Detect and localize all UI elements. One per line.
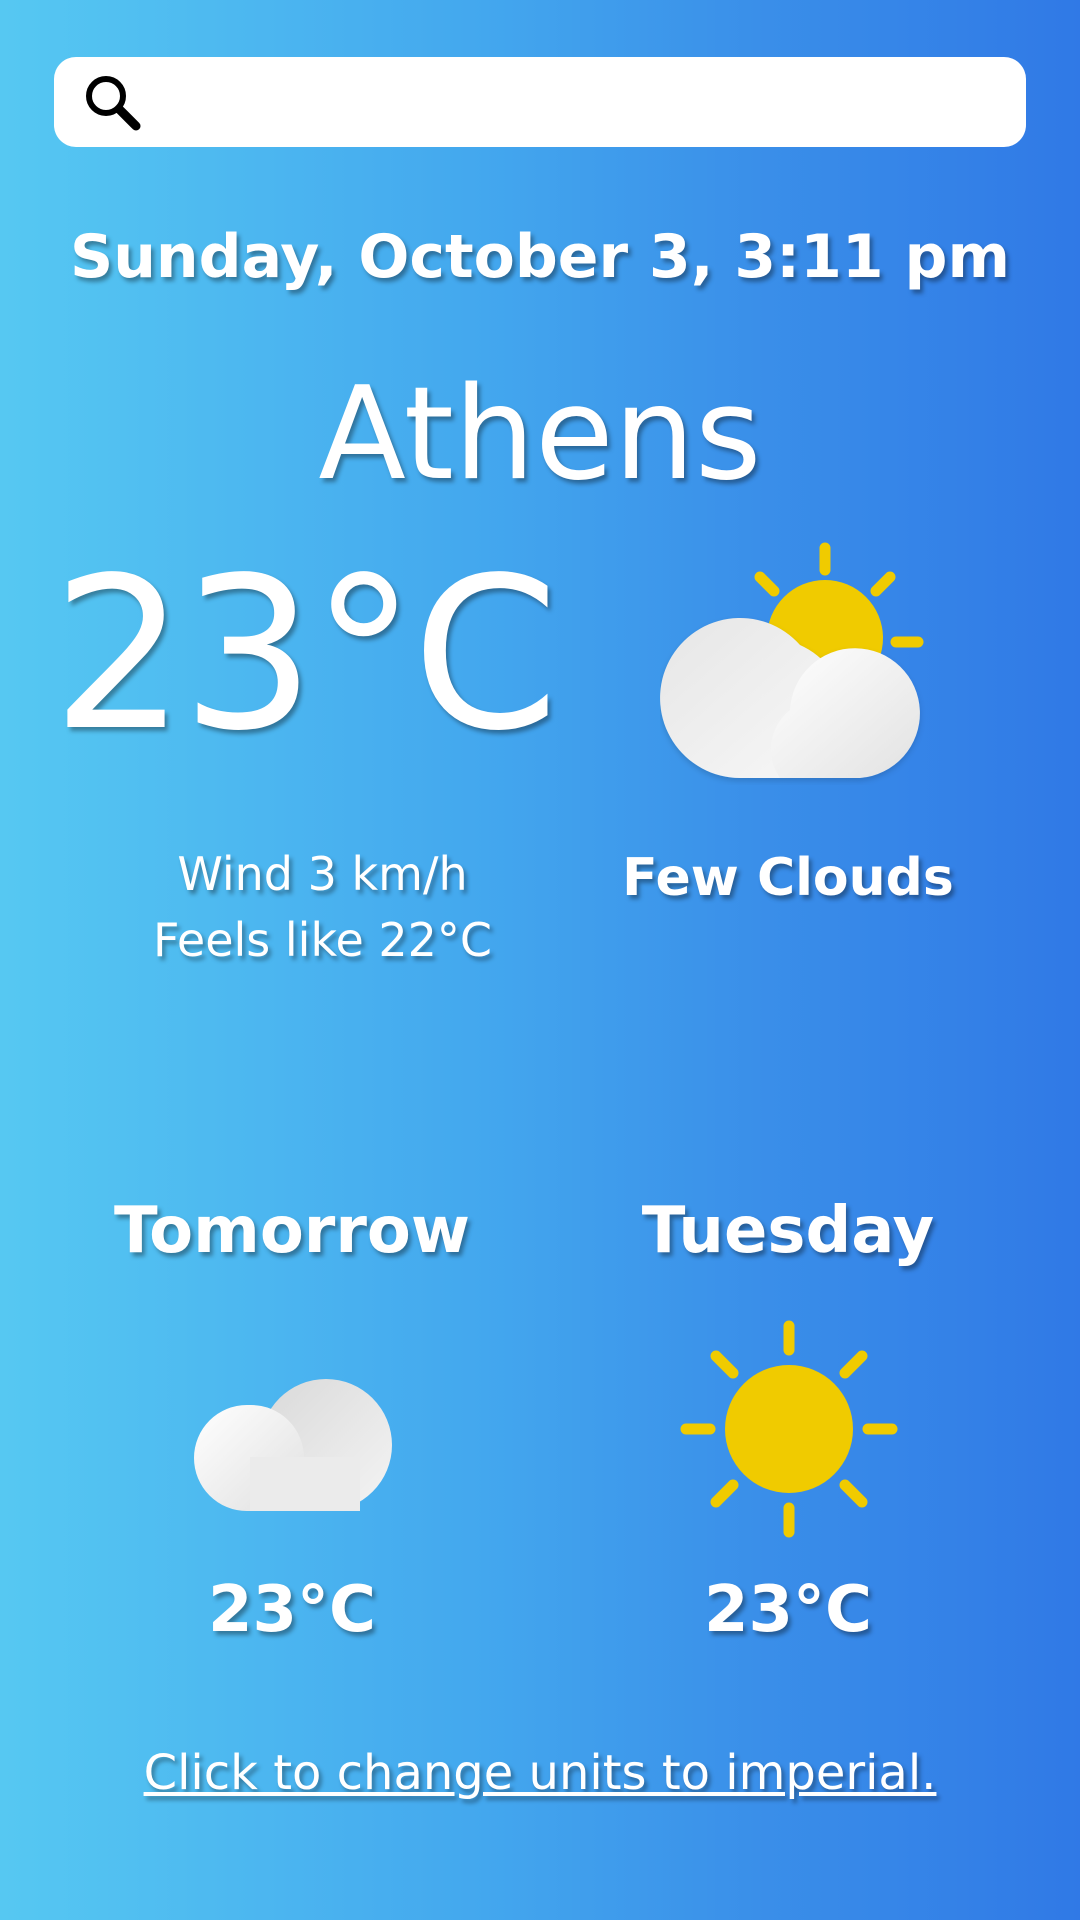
current-datetime: Sunday, October 3, 3:11 pm [70, 222, 1010, 292]
forecast-temp-tuesday: 23°C [703, 1573, 873, 1647]
weather-condition: Few Clouds [622, 848, 954, 908]
forecast-day-tomorrow: Tomorrow [114, 1194, 470, 1268]
search-icon[interactable] [82, 72, 144, 134]
sun-icon [680, 1320, 898, 1538]
current-temperature: 23°C [52, 532, 559, 777]
city-name: Athens [318, 360, 762, 509]
search-input[interactable] [164, 72, 988, 134]
forecast-temp-tomorrow: 23°C [207, 1573, 377, 1647]
feels-like: Feels like 22°C [152, 913, 493, 967]
cloud-icon [194, 1379, 392, 1511]
forecast-day-tuesday: Tuesday [641, 1194, 935, 1268]
search-bar[interactable] [54, 57, 1026, 147]
few-clouds-icon [660, 542, 924, 778]
wind-speed: Wind 3 km/h [177, 847, 468, 901]
change-units-link[interactable]: Click to change units to imperial. [0, 1745, 1080, 1801]
